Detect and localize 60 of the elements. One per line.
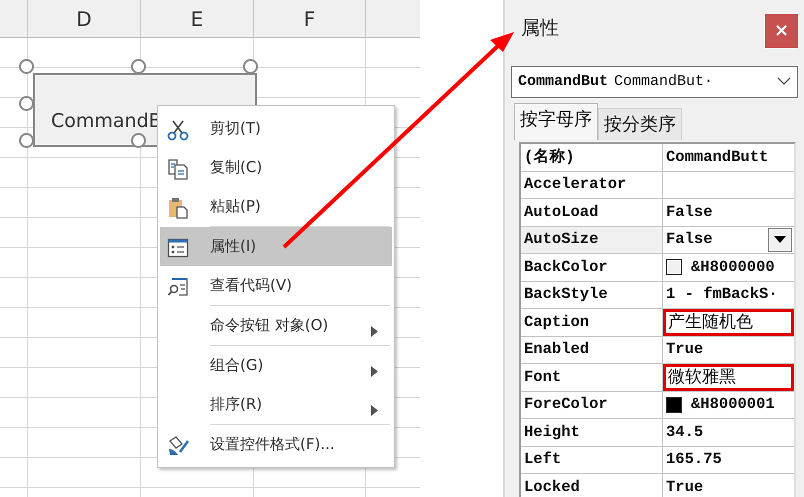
window-title: 属性 xyxy=(521,16,559,41)
property-name[interactable]: BackColor xyxy=(521,254,663,280)
property-value[interactable]: 产生随机色 xyxy=(663,309,794,336)
object-dropdown[interactable]: CommandBut CommandBut· xyxy=(511,66,798,98)
menu-item[interactable]: 粘贴(P) xyxy=(160,187,392,226)
property-value[interactable]: 微软雅黑 xyxy=(663,364,794,390)
property-value-text: &H8000000 xyxy=(691,256,775,278)
chevron-down-icon xyxy=(777,76,791,85)
resize-handle[interactable] xyxy=(19,59,34,74)
resize-handle[interactable] xyxy=(19,133,34,148)
property-name[interactable]: BackStyle xyxy=(521,282,663,308)
property-value[interactable]: 34.5 xyxy=(663,419,794,446)
property-name[interactable]: AutoLoad xyxy=(521,199,663,226)
property-name[interactable]: Height xyxy=(521,419,663,446)
dropdown-arrow-icon xyxy=(774,236,786,243)
property-name[interactable]: Font xyxy=(521,364,663,390)
column-header: E xyxy=(141,0,254,37)
object-type: CommandBut· xyxy=(614,72,714,92)
property-name[interactable]: Enabled xyxy=(521,336,663,363)
object-name: CommandBut xyxy=(518,72,608,92)
submenu-arrow-icon xyxy=(371,366,378,378)
menu-item[interactable]: 设置控件格式(F)... xyxy=(160,425,392,464)
submenu-arrow-icon xyxy=(371,405,378,416)
tab[interactable]: 按分类序 xyxy=(598,108,682,140)
resize-handle[interactable] xyxy=(19,96,34,111)
menu-item[interactable]: 复制(C) xyxy=(160,148,392,187)
menu-item[interactable]: 属性(I) xyxy=(160,227,392,266)
property-value[interactable]: 165.75 xyxy=(663,446,794,473)
property-value-text: False xyxy=(666,229,713,250)
copy-icon xyxy=(167,158,189,180)
property-name[interactable]: AutoSize xyxy=(521,226,663,253)
property-value[interactable]: 1 - fmBackS· xyxy=(663,282,794,308)
property-name[interactable]: (名称) xyxy=(521,144,663,170)
dropdown-button[interactable] xyxy=(768,228,792,252)
menu-item[interactable]: 组合(G) xyxy=(160,346,392,385)
property-value[interactable]: True xyxy=(663,474,794,497)
submenu-arrow-icon xyxy=(371,326,378,338)
resize-handle[interactable] xyxy=(243,59,258,74)
scissors-icon xyxy=(167,118,189,141)
menu-item[interactable]: 排序(R) xyxy=(160,385,392,424)
menu-item[interactable]: 查看代码(V) xyxy=(160,266,392,305)
menu-item[interactable]: 命令按钮 对象(O) xyxy=(160,306,392,345)
property-name[interactable]: Caption xyxy=(521,309,663,336)
property-name[interactable]: ForeColor xyxy=(521,392,663,418)
tab[interactable]: 按字母序 xyxy=(514,103,598,140)
property-value-text: &H8000001 xyxy=(691,394,775,416)
property-value[interactable]: True xyxy=(663,336,794,363)
column-header: F xyxy=(254,0,366,37)
properties-icon xyxy=(167,236,189,259)
close-button[interactable]: × xyxy=(765,14,798,48)
column-header: D xyxy=(28,0,141,37)
resize-handle[interactable] xyxy=(131,59,146,74)
format-control-icon xyxy=(167,434,189,457)
property-name[interactable]: Accelerator xyxy=(521,172,663,198)
property-name[interactable]: Left xyxy=(521,446,663,473)
property-value[interactable]: CommandButt xyxy=(663,144,794,170)
view-code-icon xyxy=(167,276,189,298)
property-value[interactable]: False xyxy=(663,199,794,226)
paste-icon xyxy=(167,196,189,219)
property-name[interactable]: Locked xyxy=(521,474,663,497)
